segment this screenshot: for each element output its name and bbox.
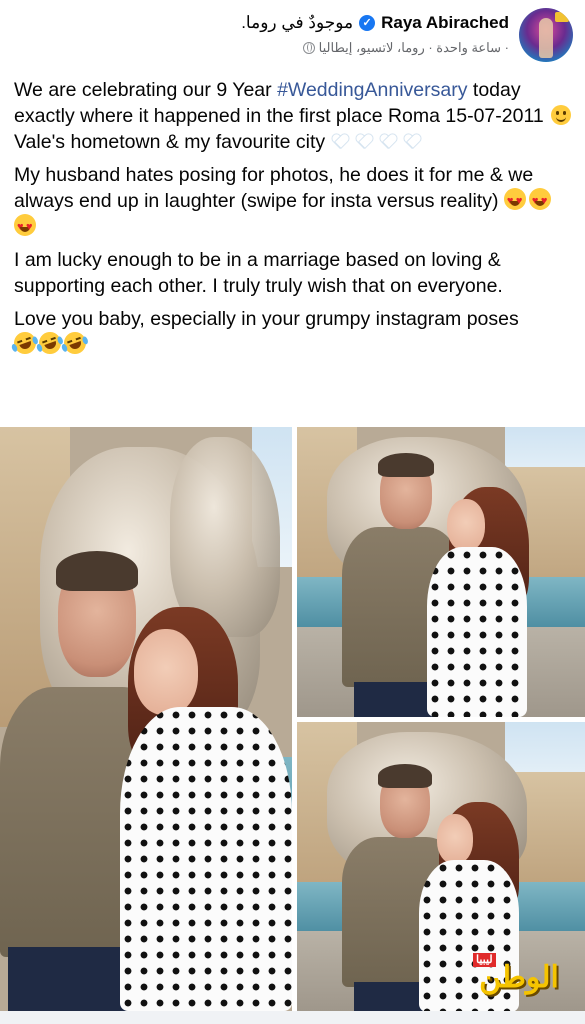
heart-eyes-icon	[528, 188, 551, 214]
checkin-text[interactable]: موجودٌ في روما.	[241, 13, 353, 33]
verified-badge-icon: ✓	[359, 15, 376, 31]
hashtag-link[interactable]: #WeddingAnniversary	[277, 79, 467, 101]
paragraph-3: I am lucky enough to be in a marriage ba…	[14, 247, 574, 299]
watermark-small-text: ليبيا	[473, 953, 496, 967]
rolling-laughing-icon	[10, 328, 40, 358]
rolling-laughing-icon	[35, 328, 65, 358]
paragraph-3-text: I am lucky enough to be in a marriage ba…	[14, 249, 503, 297]
white-heart-icon	[355, 131, 375, 151]
paragraph-1-text-a: We are celebrating our 9 Year	[14, 79, 278, 101]
paragraph-4-text: Love you baby, especially in your grumpy…	[14, 308, 519, 330]
rolling-laughing-icon	[60, 328, 90, 358]
paragraph-1: We are celebrating our 9 Year #WeddingAn…	[14, 77, 574, 155]
couple-photo-fountain-wide[interactable]: ليبيا الوطن	[297, 722, 585, 1011]
avatar-badge	[555, 12, 569, 22]
author-avatar[interactable]	[519, 8, 573, 62]
author-row: Raya Abirached ✓ موجودٌ في روما.	[241, 13, 509, 33]
post-meta: ساعة واحدة · روما، لاتسيو، إيطاليا ·	[302, 40, 509, 56]
paragraph-4: Love you baby, especially in your grumpy…	[10, 306, 574, 358]
watermark-logo: ليبيا الوطن	[471, 953, 567, 1003]
post-body: We are celebrating our 9 Year #WeddingAn…	[10, 77, 574, 365]
post-time-location[interactable]: ساعة واحدة · روما، لاتسيو، إيطاليا ·	[319, 40, 509, 56]
avatar-figure	[539, 18, 553, 58]
white-heart-icon	[403, 131, 423, 151]
post-header: Raya Abirached ✓ موجودٌ في روما. ساعة وا…	[0, 0, 585, 70]
globe-icon	[302, 42, 315, 54]
author-name[interactable]: Raya Abirached	[381, 13, 509, 33]
post-divider	[0, 1011, 585, 1024]
white-heart-icon	[331, 131, 351, 151]
paragraph-2-text: My husband hates posing for photos, he d…	[14, 164, 534, 212]
white-heart-icon	[379, 131, 399, 151]
paragraph-1-line-2: Vale's hometown & my favourite city	[14, 131, 326, 153]
photo-grid: ليبيا الوطن	[0, 427, 585, 1011]
couple-photo-fountain-closeup[interactable]	[0, 427, 292, 1011]
heart-eyes-icon	[503, 188, 526, 214]
slightly-smiling-face-icon	[551, 105, 572, 125]
paragraph-2: My husband hates posing for photos, he d…	[14, 162, 574, 240]
couple-photo-fountain-standing[interactable]	[297, 427, 585, 717]
heart-eyes-icon	[14, 214, 36, 240]
